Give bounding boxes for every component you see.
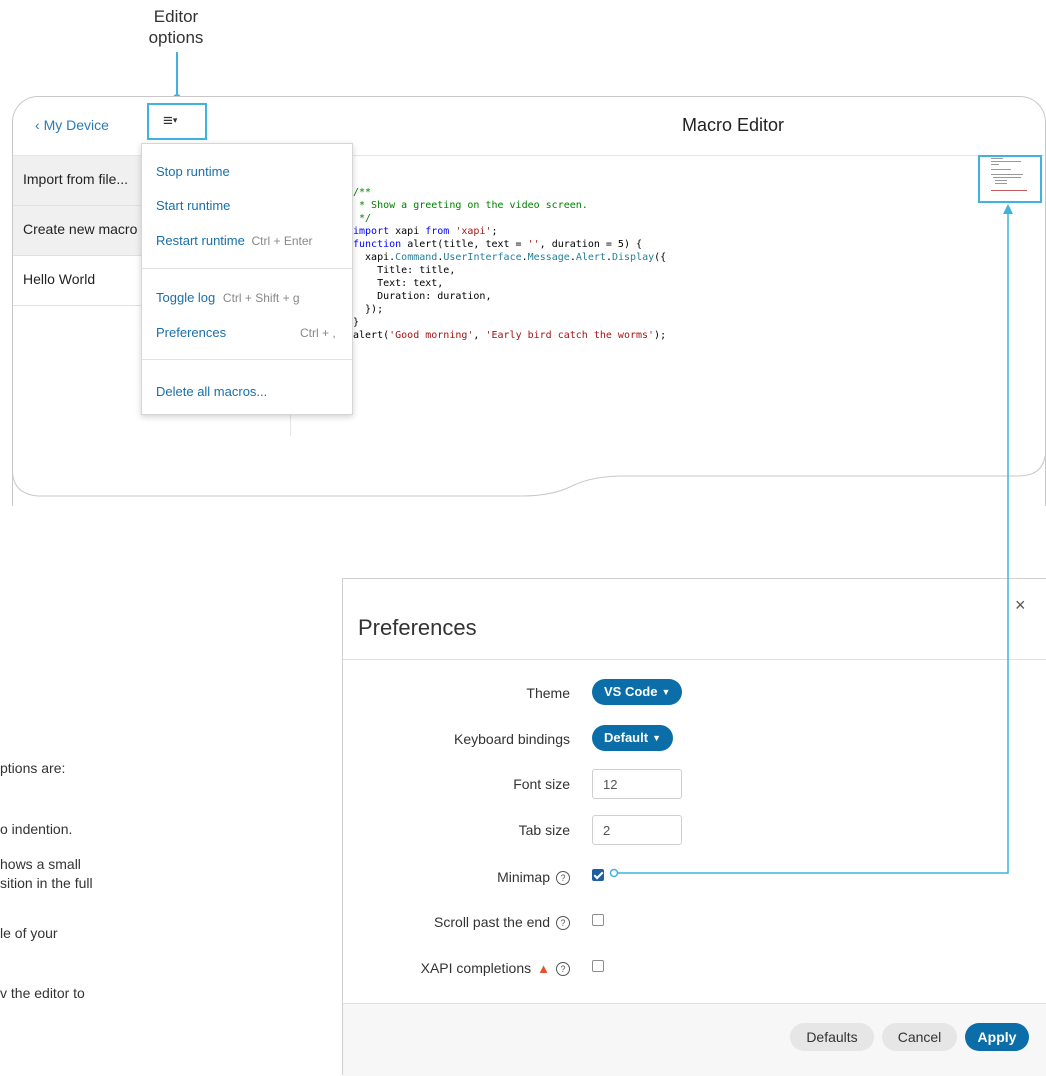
menu-separator xyxy=(142,359,352,360)
menu-item-label: Restart runtime xyxy=(156,233,245,248)
menu-item-label: Preferences xyxy=(156,325,227,340)
menu-item-label: Toggle log xyxy=(156,290,216,305)
theme-label: Theme xyxy=(526,685,570,701)
minimap-label: Minimap? xyxy=(497,869,570,885)
help-icon[interactable]: ? xyxy=(556,962,570,976)
apply-button[interactable]: Apply xyxy=(965,1023,1029,1051)
editor-options-highlight-box xyxy=(147,103,207,140)
callout-line-editor-options xyxy=(176,52,178,94)
menu-item-label: Delete all macros... xyxy=(156,384,268,399)
menu-item-restart-runtime[interactable]: Restart runtime Ctrl + Enter xyxy=(156,233,342,248)
help-icon[interactable]: ? xyxy=(556,871,570,885)
body-text: o indention. xyxy=(0,821,73,837)
warning-icon: ▲ xyxy=(537,961,550,976)
scroll-past-end-label: Scroll past the end? xyxy=(434,914,570,930)
body-text: v the editor to xyxy=(0,985,85,1001)
xapi-completions-checkbox[interactable] xyxy=(592,960,604,972)
body-text: sition in the full xyxy=(0,875,93,891)
arrow-up-icon xyxy=(1003,204,1013,214)
menu-item-stop-runtime[interactable]: Stop runtime xyxy=(156,164,342,179)
sidebar-item-label: Import from file... xyxy=(23,171,129,187)
help-icon[interactable]: ? xyxy=(556,916,570,930)
editor-options-callout-label: Editor options xyxy=(126,6,226,48)
minimap-label-text: Minimap xyxy=(497,869,550,885)
tab-size-label: Tab size xyxy=(518,822,570,838)
sidebar-item-label: Create new macro xyxy=(23,221,138,237)
body-text: le of your xyxy=(0,925,58,941)
menu-item-label: Stop runtime xyxy=(156,164,230,179)
callout-dot xyxy=(609,868,619,878)
xapi-completions-label: XAPI completions ▲? xyxy=(421,960,570,976)
font-size-label: Font size xyxy=(513,776,570,792)
scroll-past-end-checkbox[interactable] xyxy=(592,914,604,926)
menu-item-delete-all[interactable]: Delete all macros... xyxy=(156,384,342,399)
menu-separator xyxy=(142,268,352,269)
keyboard-bindings-label: Keyboard bindings xyxy=(454,731,570,747)
menu-item-shortcut: Ctrl + Shift + g xyxy=(222,291,300,305)
menu-item-shortcut: Ctrl + Enter xyxy=(251,234,313,248)
body-text: hows a small xyxy=(0,856,81,872)
body-text: ptions are: xyxy=(0,760,66,776)
menu-item-label: Start runtime xyxy=(156,198,231,213)
dialog-title: Preferences xyxy=(358,615,477,640)
scroll-past-end-label-text: Scroll past the end xyxy=(434,914,550,930)
cancel-button[interactable]: Cancel xyxy=(882,1023,957,1051)
xapi-completions-label-text: XAPI completions xyxy=(420,960,532,976)
callout-label-line2: options xyxy=(148,28,204,47)
callout-label-line1: Editor xyxy=(153,7,199,26)
menu-item-shortcut: Ctrl + , xyxy=(300,326,336,340)
sidebar-item-label: Hello World xyxy=(23,271,96,287)
editor-options-menu: Stop runtime Start runtime Restart runti… xyxy=(141,143,353,415)
minimap-highlight-box xyxy=(978,155,1042,203)
code-line: /** xyxy=(353,187,372,198)
defaults-button[interactable]: Defaults xyxy=(790,1023,874,1051)
callout-line-minimap xyxy=(616,210,1009,874)
dialog-footer: Defaults Cancel Apply xyxy=(343,1004,1046,1076)
menu-item-toggle-log[interactable]: Toggle log Ctrl + Shift + g xyxy=(156,290,342,305)
menu-item-start-runtime[interactable]: Start runtime xyxy=(156,198,342,213)
minimap-callout-connector xyxy=(609,204,1013,878)
